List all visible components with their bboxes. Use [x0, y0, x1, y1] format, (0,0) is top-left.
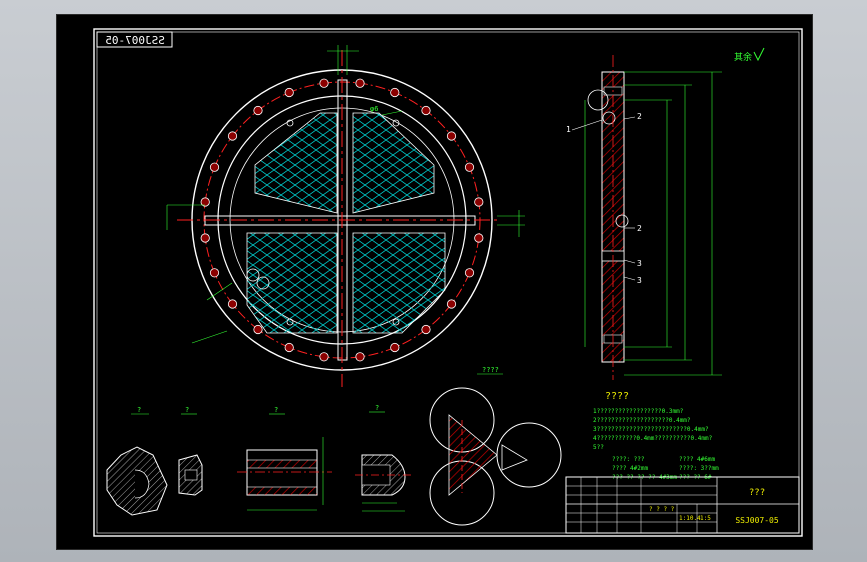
callout-2b: 2	[637, 224, 642, 233]
tech-heading: ????	[605, 391, 629, 402]
title-block-code: SSJ007-05	[735, 516, 779, 525]
drawing-canvas: SSJ007-05 其余 φ6 1 2 2 3 3 ? ? ? ? ???? ?…	[93, 28, 803, 537]
tech-line-3: 3?????????????????????????0.4mm?	[593, 426, 709, 433]
title-cell-2: 1:10.4	[679, 515, 701, 522]
callout-3b: 3	[637, 276, 642, 285]
mesh-triangle-left	[448, 414, 498, 496]
plate-front-view: φ6	[166, 45, 525, 387]
bolt-hole	[209, 268, 220, 278]
technical-requirements: ???? 1??????????????????0.3mm? 2????????…	[593, 391, 719, 481]
detail-views: ? ? ? ? ????	[106, 366, 562, 526]
callout-3: 3	[637, 259, 642, 268]
mesh-quadrant-bottom-right	[352, 232, 446, 334]
bolt-hole	[390, 87, 400, 98]
bolt-hole	[200, 233, 210, 243]
bolt-hole	[253, 105, 263, 116]
bolt-hole	[319, 352, 329, 362]
tech-line-4: 4???????????0.4mm??????????0.4mm?	[593, 435, 713, 442]
bolt-hole	[209, 162, 220, 172]
drawing-sheet: SSJ007-05 其余 φ6 1 2 2 3 3 ? ? ? ? ???? ?…	[56, 14, 813, 550]
bolt-hole	[227, 299, 238, 309]
roughness-symbol	[753, 47, 765, 62]
bolt-hole	[474, 197, 484, 207]
title-cell-1: ? ? ? ?	[649, 506, 675, 513]
cad-viewport: SSJ007-05 其余 φ6 1 2 2 3 3 ? ? ? ? ???? ?…	[0, 0, 867, 562]
section-label: ????	[482, 366, 499, 374]
bolt-hole	[474, 233, 484, 243]
detail-a-label: ?	[137, 406, 141, 414]
bolt-hole	[284, 87, 294, 98]
detail-c-label: ?	[274, 406, 278, 414]
mesh-quadrant-top-left	[254, 112, 338, 214]
detail-b-label: ?	[185, 406, 189, 414]
tech-line-1: 1??????????????????0.3mm?	[593, 408, 684, 415]
code-box-mirrored: SSJ007-05	[96, 31, 173, 48]
mesh-quadrant-bottom-left	[246, 232, 338, 334]
tech-line-2: 2????????????????????0.4mm?	[593, 417, 691, 424]
roughness-label: 其余	[734, 51, 752, 63]
mirrored-code-text: SSJ007-05	[105, 34, 165, 47]
tech-param-1: ????: ???	[612, 456, 645, 463]
bolt-hole	[446, 299, 457, 309]
plate-side-section: 1 2 2 3 3	[566, 55, 722, 380]
bolt-hole	[253, 324, 263, 335]
callout-2: 2	[637, 112, 642, 121]
detail-d-label: ?	[375, 404, 379, 412]
leader-line	[381, 110, 403, 116]
bolt-hole	[355, 352, 365, 362]
bolt-hole	[355, 78, 365, 88]
bolt-hole	[421, 324, 431, 335]
bolt-hole	[284, 342, 294, 353]
tech-param-2: ???? 4#2mm	[612, 465, 649, 472]
mesh-triangle-right	[501, 444, 528, 471]
mesh-circle-right	[496, 422, 562, 488]
tech-param-5: ????: 3??mm	[679, 465, 719, 472]
roughness-note: 其余	[734, 47, 765, 63]
bolt-hole	[464, 268, 475, 278]
callout-1: 1	[566, 125, 571, 134]
leader-line	[191, 330, 228, 344]
bolt-hole	[390, 342, 400, 353]
tech-line-5: 5??	[593, 444, 604, 451]
title-block: ??? SSJ007-05 ? ? ? ? 1:10.4 1:5	[565, 476, 800, 534]
title-block-title: ???	[749, 488, 765, 498]
bolt-hole	[446, 131, 457, 141]
bolt-hole	[319, 78, 329, 88]
mesh-quadrant-top-right	[352, 112, 435, 214]
bolt-hole	[464, 162, 475, 172]
title-cell-3: 1:5	[700, 515, 711, 522]
tech-param-4: ???? 4#6mm	[679, 456, 716, 463]
bolt-hole	[421, 105, 431, 116]
svg-text:φ6: φ6	[370, 105, 378, 113]
bolt-hole	[227, 131, 238, 141]
